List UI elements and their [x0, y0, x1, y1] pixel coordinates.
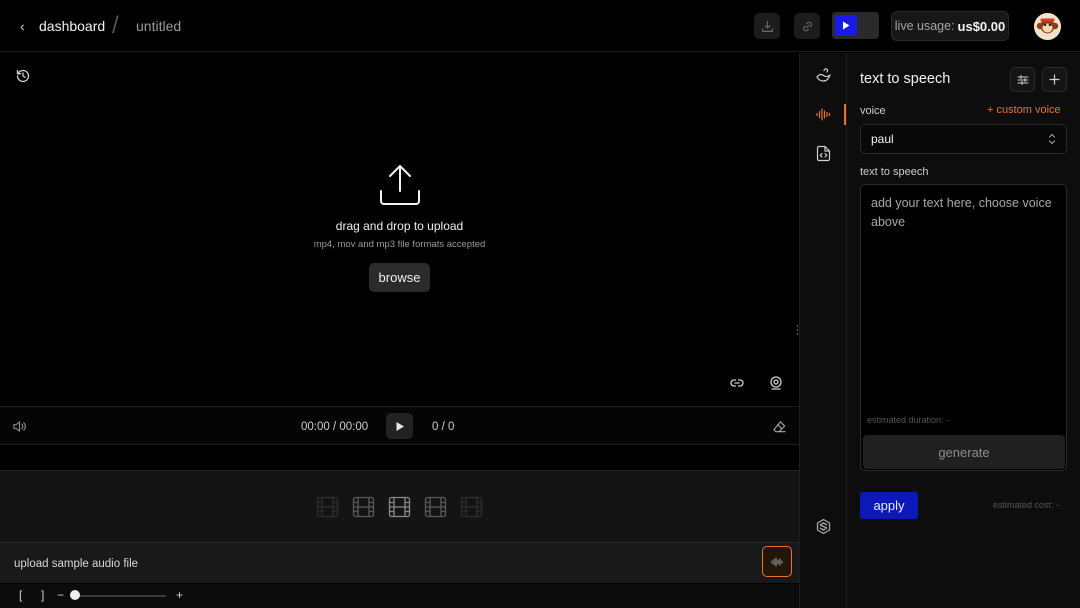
zoom-slider-handle[interactable]	[70, 590, 80, 600]
timeline-zoom-bar: [ ] − +	[0, 584, 799, 608]
breadcrumb-separator: /	[112, 12, 119, 39]
video-editor-canvas[interactable]: drag and drop to upload mp4, mov and mp3…	[0, 53, 799, 405]
zoom-slider-track[interactable]	[73, 595, 166, 597]
timeline-frames	[316, 496, 483, 518]
film-frame-icon	[424, 496, 447, 518]
upload-dropzone[interactable]: drag and drop to upload mp4, mov and mp3…	[250, 163, 549, 292]
eraser-icon[interactable]	[772, 419, 787, 434]
play-button[interactable]	[386, 413, 413, 439]
plus-icon	[1049, 74, 1060, 85]
link-icon	[802, 21, 812, 31]
audio-track[interactable]: upload sample audio file	[0, 542, 799, 583]
zoom-in-button[interactable]: +	[176, 588, 183, 602]
drop-subtitle: mp4, mov and mp3 file formats accepted	[313, 239, 486, 250]
voice-select[interactable]: paul	[860, 124, 1067, 154]
speech-text-input[interactable]: add your text here, choose voice above	[860, 184, 1067, 471]
audio-upload-label[interactable]: upload sample audio file	[14, 543, 138, 584]
tool-rail	[799, 53, 846, 608]
live-usage-badge: live usage: us$0.00	[891, 11, 1009, 41]
waveform-icon	[771, 556, 783, 567]
project-title[interactable]: untitled	[136, 0, 181, 52]
upload-icon	[379, 165, 420, 205]
generate-button[interactable]: generate	[863, 435, 1065, 469]
play-icon	[835, 15, 857, 36]
browse-button[interactable]: browse	[368, 263, 431, 292]
spacer	[0, 446, 799, 470]
live-usage-label: live usage:	[894, 19, 955, 33]
text-to-speech-panel: text to speech voice + custom voice paul…	[846, 53, 1080, 608]
brand-logo-icon	[816, 518, 831, 535]
webcam-icon[interactable]	[768, 375, 784, 391]
chevron-updown-icon	[1048, 133, 1056, 145]
apply-button[interactable]: apply	[860, 492, 918, 519]
audio-waveform-button[interactable]	[762, 546, 792, 577]
link-icon[interactable]	[729, 375, 745, 391]
share-link-button[interactable]	[794, 13, 820, 39]
avatar[interactable]	[1034, 13, 1061, 40]
estimated-cost: estimated cost: -	[993, 500, 1060, 510]
code-file-icon[interactable]	[815, 145, 832, 162]
top-bar: ‹ dashboard / untitled live usage: us$0.…	[0, 0, 1080, 52]
volume-icon[interactable]	[12, 419, 27, 434]
panel-title: text to speech	[860, 71, 951, 87]
trim-start-bracket[interactable]: [	[19, 588, 22, 602]
history-icon[interactable]	[15, 68, 31, 84]
trim-end-bracket[interactable]: ]	[41, 588, 44, 602]
live-usage-value: us$0.00	[957, 18, 1006, 34]
sliders-icon	[1016, 74, 1029, 85]
film-frame-icon	[352, 496, 375, 518]
monkey-avatar-icon	[1034, 13, 1061, 40]
lipsync-icon[interactable]	[815, 67, 832, 84]
speech-text-placeholder: add your text here, choose voice above	[871, 196, 1052, 229]
custom-voice-link[interactable]: + custom voice	[987, 104, 1061, 116]
player-controls: 00:00 / 00:00 0 / 0	[0, 406, 799, 445]
clip-counter: 0 / 0	[432, 420, 455, 433]
back-chevron-icon[interactable]: ‹	[20, 0, 25, 52]
playback-time: 00:00 / 00:00	[301, 420, 369, 433]
film-frame-icon	[388, 496, 411, 518]
audio-waveform-icon[interactable]	[815, 106, 832, 123]
breadcrumb-dashboard[interactable]: dashboard	[39, 0, 105, 52]
estimated-duration: estimated duration: -	[867, 415, 950, 425]
voice-label: voice	[860, 105, 886, 117]
text-to-speech-label: text to speech	[860, 166, 929, 178]
add-button[interactable]	[1042, 67, 1067, 92]
play-icon	[396, 421, 404, 431]
film-frame-icon	[316, 496, 339, 518]
zoom-out-button[interactable]: −	[57, 588, 64, 602]
settings-button[interactable]	[1010, 67, 1035, 92]
film-frame-icon	[460, 496, 483, 518]
drop-title: drag and drop to upload	[335, 219, 464, 233]
video-timeline[interactable]	[0, 470, 799, 542]
voice-select-value: paul	[871, 132, 894, 146]
download-icon	[761, 20, 773, 32]
download-button[interactable]	[754, 13, 780, 39]
preview-toggle[interactable]	[832, 12, 879, 39]
